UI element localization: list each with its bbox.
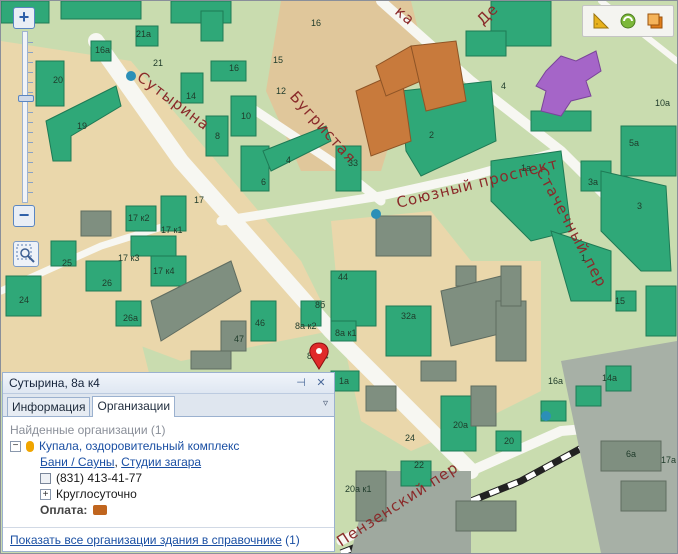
category-link-baths[interactable]: Бани / Сауны	[40, 454, 114, 470]
panel-title: Сутырина, 8а к4	[9, 376, 100, 390]
hours-row: + Круглосуточно	[10, 486, 327, 502]
map-pin-icon	[26, 440, 34, 452]
panel-footer: Показать все организации здания в справо…	[3, 527, 334, 551]
panel-body: Найденные организации (1) − Купала, оздо…	[3, 417, 334, 523]
svg-text:1: 1	[581, 253, 586, 263]
svg-text:5а: 5а	[629, 138, 639, 148]
svg-text:25: 25	[62, 258, 72, 268]
svg-text:8а к2: 8а к2	[295, 321, 316, 331]
organization-name[interactable]: Купала, оздоровительный комплекс	[39, 438, 239, 454]
organization-categories: Бани / Сауны , Студии загара	[10, 454, 327, 470]
phone-number: (831) 413-41-77	[56, 471, 143, 485]
svg-text:26а: 26а	[123, 313, 138, 323]
opening-hours: Круглосуточно	[56, 487, 137, 501]
svg-text:4: 4	[501, 81, 506, 91]
category-link-tanning[interactable]: Студии загара	[121, 454, 201, 470]
svg-text:8а к1: 8а к1	[335, 328, 356, 338]
found-organizations-label: Найденные организации (1)	[10, 423, 166, 437]
svg-text:20: 20	[53, 75, 63, 85]
show-all-organizations-link[interactable]: Показать все организации здания в справо…	[10, 533, 282, 547]
svg-text:17: 17	[194, 195, 204, 205]
info-panel: Сутырина, 8а к4 ⊣ ✕ Информация Организац…	[2, 372, 335, 552]
svg-text:1а: 1а	[339, 376, 349, 386]
svg-text:15: 15	[273, 55, 283, 65]
svg-text:17 к2: 17 к2	[128, 213, 149, 223]
svg-text:10: 10	[241, 111, 251, 121]
zoom-slider-thumb[interactable]	[18, 95, 34, 102]
svg-text:17 к3: 17 к3	[118, 253, 139, 263]
category-separator: ,	[114, 455, 122, 469]
svg-text:6а: 6а	[626, 449, 636, 459]
svg-text:17 к1: 17 к1	[161, 225, 182, 235]
svg-text:24: 24	[19, 295, 29, 305]
svg-text:22: 22	[414, 460, 424, 470]
svg-text:16: 16	[229, 63, 239, 73]
svg-text:33: 33	[348, 158, 358, 168]
svg-text:17а: 17а	[661, 455, 676, 465]
svg-text:6: 6	[261, 177, 266, 187]
tab-menu-icon[interactable]: ▿	[323, 398, 328, 409]
magnifier-area-icon[interactable]	[13, 241, 39, 267]
organizations-count: (1)	[285, 533, 300, 547]
svg-text:44: 44	[338, 272, 348, 282]
zoom-slider[interactable]	[18, 31, 34, 203]
svg-text:8: 8	[215, 131, 220, 141]
ruler-icon[interactable]	[592, 12, 610, 30]
svg-text:19: 19	[77, 121, 87, 131]
cash-icon	[93, 505, 108, 515]
svg-text:26: 26	[102, 278, 112, 288]
svg-text:16: 16	[311, 18, 321, 28]
svg-text:3а: 3а	[588, 177, 598, 187]
svg-text:47: 47	[234, 334, 244, 344]
svg-text:17 к4: 17 к4	[153, 266, 174, 276]
map-toolbar	[582, 5, 674, 37]
svg-text:20а: 20а	[453, 420, 468, 430]
panel-header: Сутырина, 8а к4 ⊣ ✕	[3, 373, 334, 394]
close-icon[interactable]: ✕	[314, 376, 328, 390]
panel-tabs: Информация Организации ▿	[3, 394, 334, 417]
svg-text:10а: 10а	[655, 98, 670, 108]
collapse-icon[interactable]: −	[10, 440, 21, 452]
tab-organizations[interactable]: Организации	[92, 396, 176, 417]
organization-row: − Купала, оздоровительный комплекс	[10, 438, 327, 454]
svg-text:21а: 21а	[136, 29, 151, 39]
svg-text:14: 14	[186, 91, 196, 101]
svg-text:21: 21	[153, 58, 163, 68]
svg-text:8б: 8б	[315, 300, 325, 310]
zoom-control: + −	[13, 7, 39, 227]
phone-icon	[40, 472, 51, 484]
svg-text:32а: 32а	[401, 311, 416, 321]
zoom-in-button[interactable]: +	[13, 7, 35, 29]
expand-icon[interactable]: +	[40, 488, 51, 500]
svg-text:4: 4	[286, 155, 291, 165]
map-window: Сутырина Бугристая Союзный проспект Стач…	[0, 0, 678, 554]
svg-text:14а: 14а	[602, 373, 617, 383]
pin-icon[interactable]: ⊣	[294, 376, 308, 390]
traffic-icon[interactable]	[619, 12, 637, 30]
svg-text:20: 20	[504, 436, 514, 446]
svg-text:12: 12	[276, 86, 286, 96]
svg-text:20а к1: 20а к1	[345, 484, 371, 494]
payment-label: Оплата:	[40, 503, 88, 517]
tab-information[interactable]: Информация	[7, 397, 91, 416]
svg-text:16а: 16а	[548, 376, 563, 386]
svg-text:15: 15	[615, 296, 625, 306]
zoom-out-button[interactable]: −	[13, 205, 35, 227]
phone-row: (831) 413-41-77	[10, 470, 327, 486]
svg-text:16а: 16а	[95, 45, 110, 55]
svg-text:3: 3	[637, 201, 642, 211]
payment-row: Оплата:	[10, 502, 327, 518]
layers-icon[interactable]	[646, 12, 664, 30]
svg-text:1а: 1а	[521, 163, 531, 173]
svg-text:46: 46	[255, 318, 265, 328]
svg-text:2: 2	[429, 130, 434, 140]
svg-text:24: 24	[405, 433, 415, 443]
